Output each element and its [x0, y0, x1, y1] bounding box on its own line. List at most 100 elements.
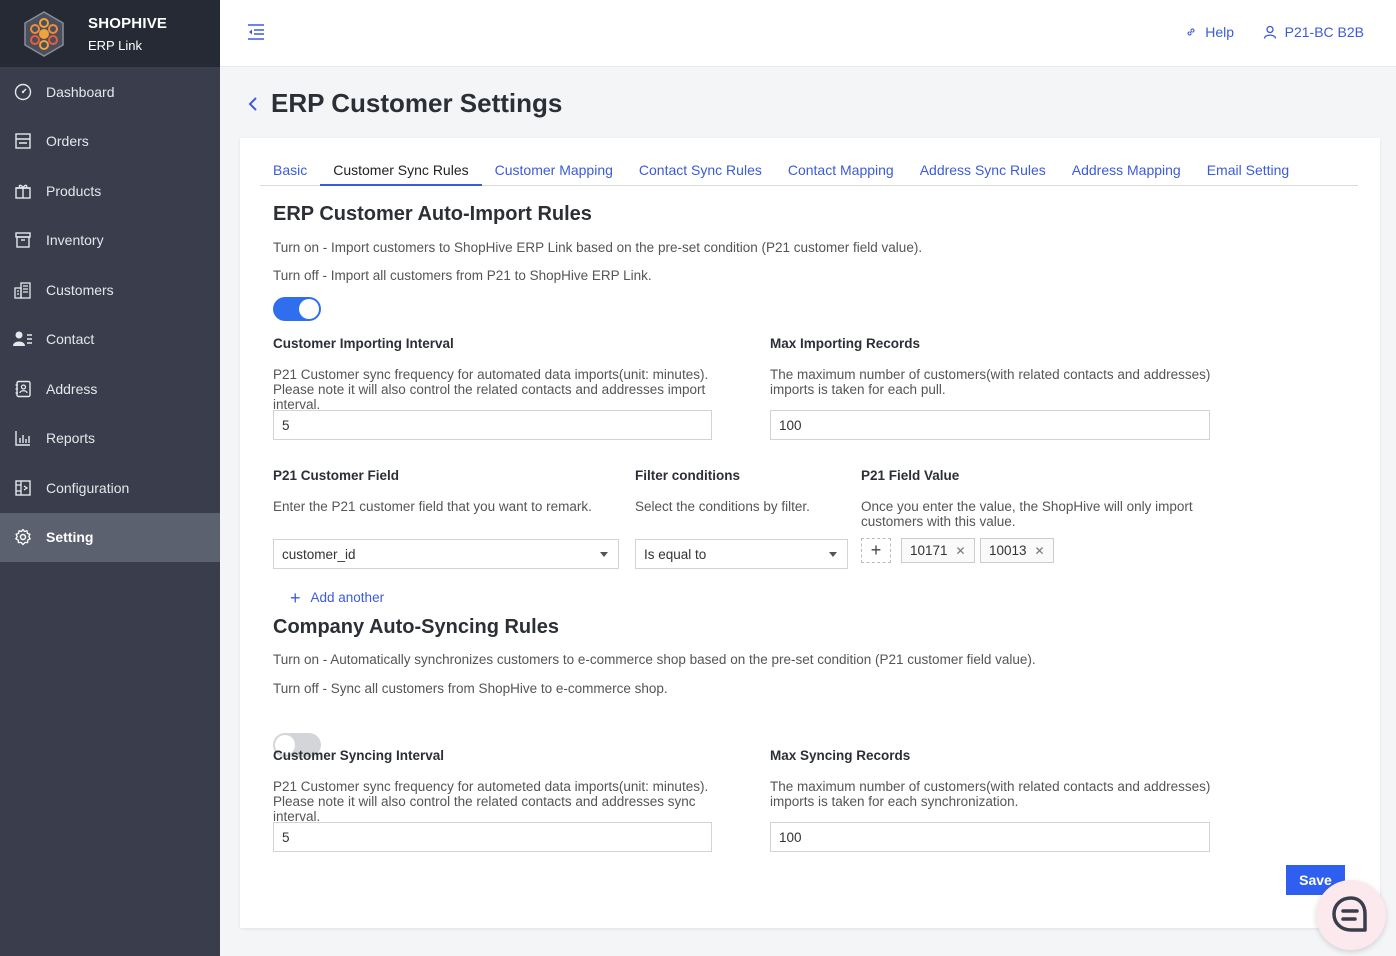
caret-down-icon — [829, 551, 837, 557]
sidebar-item-label: Inventory — [46, 232, 104, 249]
sidebar-item-contact[interactable]: Contact — [0, 315, 220, 365]
import-desc-off: Turn off - Import all customers from P21… — [273, 268, 652, 283]
brand-name: SHOPHIVE — [88, 14, 168, 32]
filter-conditions-label: Filter conditions — [635, 468, 741, 483]
sidebar-item-label: Setting — [46, 529, 94, 546]
gear-icon — [13, 527, 33, 547]
p21-field-label: P21 Customer Field — [273, 468, 400, 483]
tab-address-sync-rules[interactable]: Address Sync Rules — [907, 156, 1059, 186]
top-header: Help P21-BC B2B — [220, 0, 1396, 67]
brand-subtitle: ERP Link — [88, 37, 142, 53]
sidebar-item-label: Contact — [46, 331, 95, 348]
p21-field-select[interactable]: customer_id — [273, 539, 619, 569]
sidebar-item-orders[interactable]: Orders — [0, 117, 220, 167]
sidebar-item-label: Orders — [46, 133, 89, 150]
p21-field-value: customer_id — [282, 546, 356, 562]
sidebar-item-dashboard[interactable]: Dashboard — [0, 67, 220, 117]
shophive-logo-icon — [24, 10, 64, 57]
help-link[interactable]: Help — [1185, 24, 1234, 40]
buildings-icon — [13, 280, 33, 300]
help-label: Help — [1205, 24, 1234, 40]
value-tag: 10171 ✕ — [901, 538, 975, 563]
value-tag: 10013 ✕ — [980, 538, 1054, 563]
toggle-knob — [299, 299, 319, 319]
p21-field-help: Enter the P21 customer field that you wa… — [273, 499, 592, 514]
user-icon — [1263, 25, 1276, 39]
add-tag-button[interactable]: + — [861, 538, 891, 563]
collapse-menu-icon[interactable] — [246, 23, 266, 41]
configuration-icon — [13, 478, 33, 498]
max-syncing-help: The maximum number of customers(with rel… — [770, 779, 1211, 809]
sidebar-item-products[interactable]: Products — [0, 166, 220, 216]
max-importing-help: The maximum number of customers(with rel… — [770, 367, 1211, 397]
tag-label: 10171 — [910, 543, 948, 558]
sidebar-item-address[interactable]: Address — [0, 364, 220, 414]
settings-card: Basic Customer Sync Rules Customer Mappi… — [240, 138, 1380, 928]
close-icon[interactable]: ✕ — [1035, 544, 1045, 558]
max-importing-label: Max Importing Records — [770, 336, 921, 351]
sidebar: SHOPHIVE ERP Link Dashboard Orders Produ… — [0, 0, 220, 956]
chat-bubble-icon — [1332, 896, 1367, 932]
import-toggle[interactable] — [273, 297, 321, 321]
tab-email-setting[interactable]: Email Setting — [1194, 156, 1302, 186]
sync-interval-help: P21 Customer sync frequency for automete… — [273, 779, 709, 824]
p21-field-value-help: Once you enter the value, the ShopHive w… — [861, 499, 1193, 529]
orders-icon — [13, 131, 33, 151]
import-section-title: ERP Customer Auto-Import Rules — [273, 203, 592, 225]
plus-icon: + — [290, 587, 301, 608]
sidebar-item-label: Address — [46, 380, 98, 397]
sidebar-item-customers[interactable]: Customers — [0, 265, 220, 315]
sidebar-item-reports[interactable]: Reports — [0, 414, 220, 464]
sidebar-item-inventory[interactable]: Inventory — [0, 216, 220, 266]
page-title: ERP Customer Settings — [271, 88, 563, 118]
p21-field-value-label: P21 Field Value — [861, 468, 960, 483]
address-book-icon — [13, 379, 33, 399]
brand[interactable]: SHOPHIVE ERP Link — [0, 0, 220, 67]
tab-customer-sync-rules[interactable]: Customer Sync Rules — [320, 156, 482, 186]
max-importing-input[interactable]: 100 — [770, 410, 1210, 440]
add-another-label: Add another — [310, 590, 385, 605]
sync-interval-input[interactable]: 5 — [273, 822, 712, 852]
import-interval-help: P21 Customer sync frequency for automate… — [273, 367, 709, 412]
tab-basic[interactable]: Basic — [260, 156, 320, 186]
sidebar-item-label: Products — [46, 182, 102, 199]
chat-widget-button[interactable] — [1316, 880, 1386, 950]
filter-conditions-select[interactable]: Is equal to — [635, 539, 848, 569]
contact-person-icon — [13, 329, 33, 349]
filter-conditions-value: Is equal to — [644, 546, 707, 562]
max-syncing-input[interactable]: 100 — [770, 822, 1210, 852]
import-interval-input[interactable]: 5 — [273, 410, 712, 440]
max-syncing-label: Max Syncing Records — [770, 748, 911, 763]
caret-down-icon — [600, 551, 608, 557]
inventory-box-icon — [13, 230, 33, 250]
dashboard-gauge-icon — [13, 82, 33, 102]
back-arrow-icon[interactable] — [247, 96, 259, 112]
link-icon — [1187, 28, 1195, 36]
tag-label: 10013 — [989, 543, 1027, 558]
tab-contact-sync-rules[interactable]: Contact Sync Rules — [626, 156, 775, 186]
sidebar-item-label: Dashboard — [46, 83, 115, 100]
tab-address-mapping[interactable]: Address Mapping — [1059, 156, 1194, 186]
page-title-row: ERP Customer Settings — [247, 88, 562, 119]
sidebar-item-label: Reports — [46, 430, 96, 447]
add-another-button[interactable]: + Add another — [290, 587, 385, 608]
close-icon[interactable]: ✕ — [956, 544, 966, 558]
user-name: P21-BC B2B — [1284, 24, 1364, 40]
user-menu[interactable]: P21-BC B2B — [1263, 24, 1364, 40]
tab-contact-mapping[interactable]: Contact Mapping — [775, 156, 907, 186]
sync-interval-label: Customer Syncing Interval — [273, 748, 445, 763]
sidebar-item-label: Customers — [46, 281, 114, 298]
filter-conditions-help: Select the conditions by filter. — [635, 499, 810, 514]
sidebar-item-label: Configuration — [46, 479, 130, 496]
sync-desc-on: Turn on - Automatically synchronizes cus… — [273, 652, 1036, 667]
sync-section-title: Company Auto-Syncing Rules — [273, 616, 559, 638]
sync-desc-off: Turn off - Sync all customers from ShopH… — [273, 681, 668, 696]
import-interval-label: Customer Importing Interval — [273, 336, 454, 351]
sidebar-nav: Dashboard Orders Products Inventory Cust… — [0, 67, 220, 562]
sidebar-item-configuration[interactable]: Configuration — [0, 463, 220, 513]
gift-box-icon — [13, 181, 33, 201]
tab-bar: Basic Customer Sync Rules Customer Mappi… — [260, 156, 1358, 186]
tab-customer-mapping[interactable]: Customer Mapping — [482, 156, 626, 186]
import-desc-on: Turn on - Import customers to ShopHive E… — [273, 240, 923, 255]
sidebar-item-setting[interactable]: Setting — [0, 512, 220, 562]
